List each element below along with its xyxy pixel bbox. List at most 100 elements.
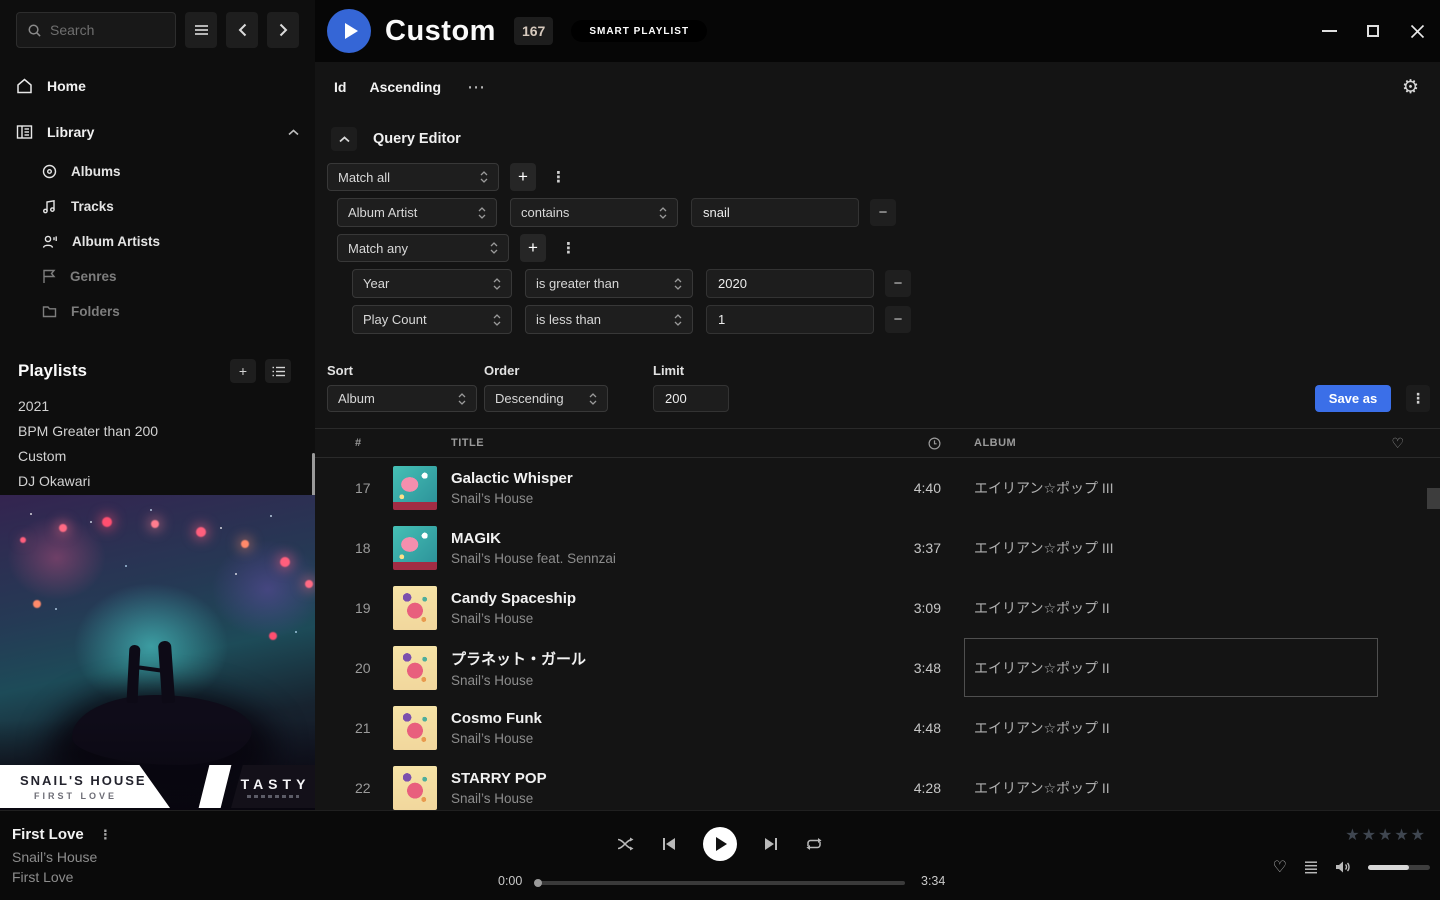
settings-gear-button[interactable]: ⚙ (1402, 76, 1419, 99)
remove-rule-button[interactable]: − (885, 306, 911, 333)
minus-icon: − (894, 275, 903, 292)
match-type-select[interactable]: Match all (327, 163, 499, 191)
rule-value-input[interactable] (706, 305, 874, 334)
rule-value-input[interactable] (691, 198, 859, 227)
track-number: 21 (355, 720, 393, 736)
save-as-button[interactable]: Save as (1315, 385, 1391, 412)
track-album[interactable]: エイリアン☆ポップ II (941, 778, 1371, 798)
previous-track-button[interactable] (662, 837, 676, 851)
column-duration[interactable] (928, 437, 941, 450)
track-album[interactable]: エイリアン☆ポップ II (941, 598, 1371, 618)
nav-back-button[interactable] (226, 12, 258, 48)
track-row[interactable]: 18 MAGIKSnail’s House feat. Sennzai 3:37… (315, 518, 1440, 578)
column-title[interactable]: TITLE (451, 437, 861, 449)
playlist-item[interactable]: 2021 (0, 393, 315, 418)
rule-value-input[interactable] (706, 269, 874, 298)
track-row[interactable]: 17 Galactic WhisperSnail’s House 4:40 エイ… (315, 458, 1440, 518)
star-icon[interactable]: ★ (1411, 825, 1425, 845)
sidebar-scrollbar[interactable] (312, 453, 315, 497)
playlist-item[interactable]: BPM Greater than 200 (0, 418, 315, 443)
playlist-item[interactable]: DJ Okawari (0, 468, 315, 493)
now-playing-title[interactable]: First Love (12, 826, 84, 843)
seek-thumb[interactable] (534, 879, 542, 887)
rule-operator-select[interactable]: is less than (525, 305, 693, 334)
track-title: Galactic Whisper (451, 470, 861, 487)
seek-bar[interactable] (535, 881, 905, 885)
column-album[interactable]: ALBUM (941, 437, 1371, 449)
nav-forward-button[interactable] (267, 12, 299, 48)
sidebar-item-library[interactable]: Library (0, 112, 315, 152)
limit-input[interactable] (653, 385, 729, 412)
group-menu-button[interactable]: ⋮ (557, 239, 580, 257)
playlist-label: 2021 (18, 398, 49, 414)
close-button[interactable] (1409, 23, 1425, 39)
add-rule-button[interactable]: + (510, 163, 536, 191)
sort-select[interactable]: Album (327, 385, 477, 412)
favorite-heart-button heart-icon[interactable]: ♡ (1273, 857, 1287, 877)
more-options-button[interactable]: ⋯ (467, 82, 486, 92)
track-row[interactable]: 19 Candy SpaceshipSnail’s House 3:09 エイリ… (315, 578, 1440, 638)
track-album[interactable]: エイリアン☆ポップ II (941, 658, 1371, 678)
track-row[interactable]: 21 Cosmo FunkSnail’s House 4:48 エイリアン☆ポッ… (315, 698, 1440, 758)
playlist-item[interactable]: Custom (0, 443, 315, 468)
queue-button[interactable] (1304, 861, 1318, 874)
track-album[interactable]: エイリアン☆ポップ III (941, 478, 1371, 498)
minimize-button[interactable] (1321, 23, 1337, 39)
repeat-button[interactable] (805, 837, 823, 851)
column-index[interactable]: # (355, 437, 393, 449)
rule-operator-select[interactable]: contains (510, 198, 678, 227)
track-row[interactable]: 22 STARRY POPSnail’s House 4:28 エイリアン☆ポッ… (315, 758, 1440, 811)
rule-field-select[interactable]: Play Count (352, 305, 512, 334)
sidebar-item-album-artists[interactable]: Album Artists (0, 224, 315, 259)
search-input[interactable] (50, 22, 165, 38)
track-row[interactable]: 20 プラネット・ガールSnail’s House 3:48 エイリアン☆ポップ… (315, 638, 1440, 698)
save-menu-button[interactable]: ⋮ (1406, 385, 1430, 412)
track-album[interactable]: エイリアン☆ポップ III (941, 538, 1371, 558)
sidebar-item-albums[interactable]: Albums (0, 154, 315, 189)
maximize-button[interactable] (1365, 23, 1381, 39)
volume-slider[interactable] (1368, 865, 1430, 870)
remove-rule-button[interactable]: − (885, 270, 911, 297)
menu-button[interactable] (185, 12, 217, 48)
volume-fill (1368, 865, 1409, 870)
now-playing-cover-art[interactable]: SNAIL'S HOUSE FIRST LOVE TASTY (0, 495, 315, 810)
tracklist-scrollbar[interactable] (1427, 488, 1440, 509)
search-box[interactable] (16, 12, 176, 48)
group-menu-button[interactable]: ⋮ (547, 168, 570, 186)
track-album[interactable]: エイリアン☆ポップ II (941, 718, 1371, 738)
skip-forward-icon (764, 837, 778, 851)
play-playlist-button[interactable] (327, 9, 371, 53)
sidebar-item-home[interactable]: Home (0, 66, 315, 106)
sort-field-button[interactable]: Id (334, 79, 346, 95)
updown-chevrons-icon (674, 278, 682, 290)
sidebar-item-folders[interactable]: Folders (0, 294, 315, 329)
star-icon[interactable]: ★ (1378, 825, 1392, 845)
next-track-button[interactable] (764, 837, 778, 851)
order-select[interactable]: Descending (484, 385, 608, 412)
sort-direction-button[interactable]: Ascending (369, 79, 441, 95)
now-playing-artist[interactable]: Snail’s House (12, 849, 97, 865)
add-rule-button[interactable]: + (520, 234, 546, 262)
playlist-list-button[interactable] (265, 359, 291, 383)
now-playing-album[interactable]: First Love (12, 869, 73, 885)
column-favorite heart-icon[interactable]: ♡ (1391, 435, 1404, 452)
rule-field-select[interactable]: Year (352, 269, 512, 298)
sidebar-item-label: Home (47, 78, 86, 94)
now-playing-menu-button[interactable]: ⋮ (99, 827, 112, 843)
updown-chevrons-icon (480, 171, 488, 183)
rule-operator-select[interactable]: is greater than (525, 269, 693, 298)
rule-field-select[interactable]: Album Artist (337, 198, 497, 227)
remove-rule-button[interactable]: − (870, 199, 896, 226)
star-icon[interactable]: ★ (1362, 825, 1376, 845)
shuffle-button[interactable] (617, 837, 635, 851)
add-playlist-button[interactable]: + (230, 359, 256, 383)
star-icon[interactable]: ★ (1394, 825, 1408, 845)
collapse-query-editor-button[interactable] (331, 127, 357, 151)
sidebar-item-genres[interactable]: Genres (0, 259, 315, 294)
match-type-select[interactable]: Match any (337, 234, 509, 262)
volume-button[interactable] (1335, 860, 1351, 874)
star-icon[interactable]: ★ (1345, 825, 1359, 845)
sidebar-item-tracks[interactable]: Tracks (0, 189, 315, 224)
collapse-library-button[interactable] (288, 129, 299, 136)
play-pause-button[interactable] (703, 827, 737, 861)
